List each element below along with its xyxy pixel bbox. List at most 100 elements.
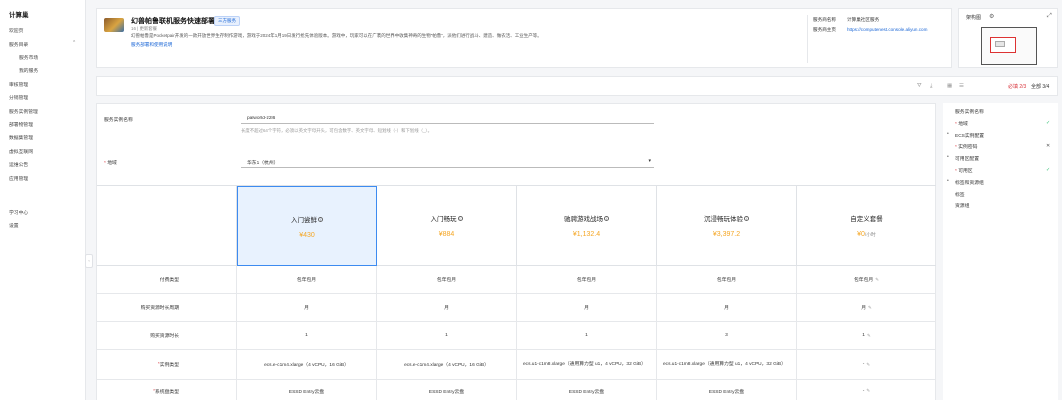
plan-name: 驰骋游戏战场 i bbox=[517, 213, 656, 223]
provider-name: 计算巢社区服务 bbox=[847, 17, 880, 22]
table-row: * 实例类型 ecs.e-c1m4.xlarge（4 vCPU，16 GiB） … bbox=[97, 350, 936, 380]
plan-name: 自定义套餐 bbox=[850, 216, 883, 223]
sidebar-item-welcome[interactable]: 欢迎页 bbox=[9, 27, 23, 34]
sidebar-item-service-market[interactable]: 服务市场 bbox=[19, 54, 38, 61]
sidebar-item-artifacts[interactable]: 部署物管理 bbox=[9, 121, 33, 128]
expand-dot-icon[interactable]: • bbox=[947, 154, 949, 160]
info-icon[interactable]: i bbox=[318, 217, 323, 222]
provider-home-link[interactable]: https://computenest.console.aliyun.com bbox=[847, 27, 927, 32]
plan-price: ¥1,132.4 bbox=[572, 231, 601, 238]
expand-dot-icon[interactable]: • bbox=[947, 178, 949, 184]
provider-name-label: 服务商名称 bbox=[813, 17, 836, 22]
row-value: ecs.u1-c1m8.xlarge（通用算力型 u1，4 vCPU，32 Gi… bbox=[517, 350, 657, 379]
gear-icon[interactable]: ⚙ bbox=[989, 13, 994, 20]
row-value: 包年包月 bbox=[237, 266, 377, 293]
row-label: 付费类型 bbox=[97, 266, 237, 293]
row-value-editable[interactable]: 月 ✎ bbox=[797, 294, 936, 321]
filter-icon[interactable]: ⛛ bbox=[917, 83, 922, 90]
sidebar-item-distribution[interactable]: 分销管理 bbox=[9, 94, 28, 101]
row-label: * 实例类型 bbox=[97, 350, 237, 379]
row-value-editable[interactable]: 包年包月 ✎ bbox=[797, 266, 936, 293]
sidebar-item-virtual-network[interactable]: 虚拟互联网 bbox=[9, 148, 33, 155]
edit-icon[interactable]: ✎ bbox=[867, 333, 871, 339]
row-value-editable[interactable]: - ✎ bbox=[797, 350, 936, 379]
edit-icon[interactable]: ✎ bbox=[868, 305, 872, 311]
info-icon[interactable]: i bbox=[744, 216, 749, 221]
row-value: 包年包月 bbox=[377, 266, 517, 293]
list-view-icon[interactable]: ☰ bbox=[959, 83, 964, 89]
table-row: * 系统盘类型 ESSD Entry云盘 ESSD Entry云盘 ESSD E… bbox=[97, 380, 936, 400]
instance-name-input[interactable] bbox=[241, 113, 654, 124]
service-badge: 三方服务 bbox=[214, 16, 240, 26]
info-icon[interactable]: i bbox=[457, 216, 463, 221]
nav-item-region[interactable]: * 地域 bbox=[955, 120, 968, 127]
row-value: ESSD Entry云盘 bbox=[517, 380, 657, 400]
row-value-editable[interactable]: - ✎ bbox=[797, 380, 936, 400]
service-meta[interactable]: 16 | 更新套餐 bbox=[131, 26, 157, 32]
plan-card-2[interactable]: 入门畅玩 i ¥884 bbox=[377, 186, 517, 266]
all-progress: 全部 3/4 bbox=[1031, 84, 1050, 90]
sidebar-item-apps[interactable]: 应用管理 bbox=[9, 175, 28, 182]
deploy-form: 服务实例名称 长度不超过64个字符，必须以英文字母开头，可包含数字、英文字母、短… bbox=[96, 103, 936, 400]
service-logo bbox=[104, 18, 124, 32]
sidebar-collapse-button[interactable]: ‹ bbox=[85, 254, 93, 268]
sidebar-item-service-catalog[interactable]: 服务目录 bbox=[9, 41, 28, 48]
row-value: ecs.e-c1m4.xlarge（4 vCPU，16 GiB） bbox=[377, 350, 517, 379]
nav-item-zone[interactable]: * 可用区 bbox=[955, 167, 973, 174]
sidebar-item-datasets[interactable]: 数据集管理 bbox=[9, 134, 33, 141]
region-select-value: 华东1（杭州） bbox=[247, 161, 279, 166]
row-value: 1 bbox=[377, 322, 517, 349]
nav-item-tags[interactable]: 标签 bbox=[955, 191, 965, 198]
nav-item-zone-config[interactable]: 可用区配置 bbox=[955, 155, 979, 162]
edit-icon[interactable]: ✎ bbox=[866, 362, 870, 368]
row-label: 购买资源时长 bbox=[97, 322, 237, 349]
edit-icon[interactable]: ✎ bbox=[866, 388, 870, 394]
chevron-up-icon[interactable]: ⌃ bbox=[72, 40, 76, 46]
info-icon[interactable]: i bbox=[604, 216, 609, 221]
sidebar-item-my-services[interactable]: 我的服务 bbox=[19, 67, 38, 74]
plan-card-1[interactable]: 入门尝鲜 i ¥430 bbox=[237, 186, 377, 266]
expand-icon[interactable]: ⤢ bbox=[1047, 13, 1052, 20]
grid-view-icon[interactable]: ▦ bbox=[947, 83, 952, 89]
region-select[interactable]: 华东1（杭州） ▾ bbox=[241, 156, 654, 168]
service-header: 幻兽帕鲁联机服务快速部署 三方服务 16 | 更新套餐 幻兽帕鲁是Pocketp… bbox=[96, 8, 952, 68]
plan-card-3[interactable]: 驰骋游戏战场 i ¥1,132.4 bbox=[517, 186, 657, 266]
expand-dot-icon[interactable]: • bbox=[947, 131, 949, 137]
sidebar-item-ops-notice[interactable]: 运维公告 bbox=[9, 161, 28, 168]
plan-price: ¥884 bbox=[438, 231, 455, 238]
instance-name-label: 服务实例名称 bbox=[104, 118, 133, 123]
nav-item-resource-group[interactable]: 资源组 bbox=[955, 202, 969, 209]
plan-card-4[interactable]: 沉浸畅玩体验 i ¥3,397.2 bbox=[657, 186, 797, 266]
nav-item-tags-resource-group[interactable]: 标签和资源组 bbox=[955, 179, 984, 186]
architecture-panel: 架构图 ⚙ ⤢ bbox=[958, 8, 1058, 68]
row-value: 包年包月 bbox=[657, 266, 797, 293]
sidebar-item-review[interactable]: 审核管理 bbox=[9, 81, 28, 88]
row-value-editable[interactable]: 1 ✎ bbox=[797, 322, 936, 349]
service-description: 幻兽帕鲁是Pocketpair开发的一款开放世界生存制作游戏，游戏于2024年1… bbox=[131, 33, 542, 38]
plan-name: 入门尝鲜 i bbox=[238, 214, 376, 224]
sidebar-item-learning[interactable]: 学习中心 bbox=[9, 209, 28, 216]
row-value: 月 bbox=[657, 294, 797, 321]
row-value: ESSD Entry云盘 bbox=[237, 380, 377, 400]
plan-card-5[interactable]: 自定义套餐 ¥0/小时 bbox=[797, 186, 936, 266]
nav-item-ecs-config[interactable]: ECS实例配置 bbox=[955, 132, 984, 139]
edit-icon[interactable]: ✎ bbox=[875, 277, 879, 283]
table-row: 付费类型 包年包月 包年包月 包年包月 包年包月 包年包月 ✎ bbox=[97, 266, 936, 294]
nav-item-instance-password[interactable]: * 实例密码 bbox=[955, 143, 977, 150]
row-value: 1 bbox=[517, 322, 657, 349]
nav-item-instance-name[interactable]: 服务实例名称 bbox=[955, 108, 984, 115]
architecture-title: 架构图 bbox=[966, 15, 982, 21]
form-anchor-nav: 服务实例名称 * 地域 ✓ • ECS实例配置 * 实例密码 ✕ • 可用区配置… bbox=[943, 103, 1058, 400]
sidebar-item-settings[interactable]: 设置 bbox=[9, 222, 19, 229]
required-progress: 必填 2/3 bbox=[1008, 84, 1027, 90]
table-row: 购买资源时长周期 月 月 月 月 月 ✎ bbox=[97, 294, 936, 322]
instance-name-hint: 长度不超过64个字符，必须以英文字母开头，可包含数字、英文字母、短划线（-）和下… bbox=[241, 128, 432, 133]
deploy-guide-link[interactable]: 服务部署和使用说明 bbox=[131, 42, 172, 48]
download-icon[interactable]: ⤓ bbox=[930, 83, 932, 90]
provider-home-label: 服务商主页 bbox=[813, 27, 836, 32]
architecture-diagram[interactable] bbox=[981, 27, 1037, 65]
row-value: ecs.e-c1m4.xlarge（4 vCPU，16 GiB） bbox=[237, 350, 377, 379]
row-value: ESSD Entry云盘 bbox=[657, 380, 797, 400]
table-row: 购买资源时长 1 1 1 3 1 ✎ bbox=[97, 322, 936, 350]
sidebar-item-instances[interactable]: 服务实例管理 bbox=[9, 108, 38, 115]
